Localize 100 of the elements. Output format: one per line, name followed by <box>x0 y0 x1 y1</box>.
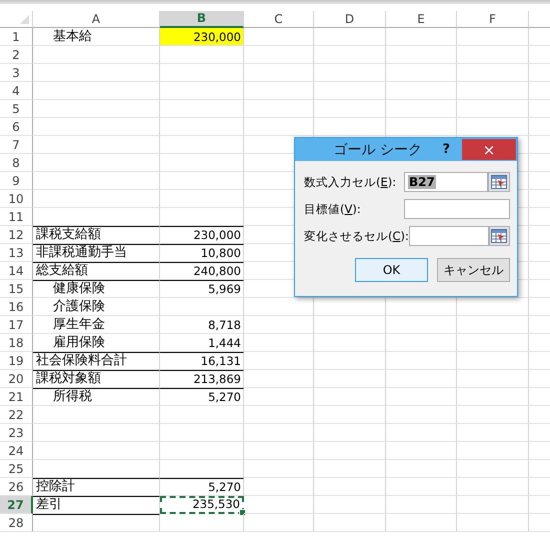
table-cell <box>244 478 314 496</box>
table-cell <box>386 424 457 442</box>
table-cell <box>386 514 457 532</box>
cell-text: 8,718 <box>208 317 242 333</box>
table-cell <box>386 406 457 424</box>
table-cell <box>457 316 529 334</box>
row-header[interactable]: 5 <box>0 100 33 118</box>
table-cell <box>244 118 314 136</box>
table-cell <box>314 406 386 424</box>
row-header[interactable]: 24 <box>0 442 33 460</box>
table-cell <box>386 388 457 406</box>
table-cell <box>314 460 386 478</box>
row-header[interactable]: 25 <box>0 460 33 478</box>
table-cell <box>314 298 386 316</box>
table-cell <box>457 298 529 316</box>
table-cell <box>386 46 457 64</box>
table-cell <box>314 424 386 442</box>
table-cell <box>457 406 529 424</box>
column-header[interactable]: B <box>160 11 244 28</box>
column-header[interactable]: E <box>386 11 457 28</box>
row-header[interactable]: 12 <box>0 226 33 244</box>
select-all-corner[interactable] <box>0 11 33 28</box>
cell-text: 240,800 <box>193 263 242 279</box>
cell-text: 雇用保険 <box>52 334 105 351</box>
row-header[interactable]: 7 <box>0 136 33 154</box>
table-cell <box>457 514 529 532</box>
column-header[interactable]: A <box>33 11 160 28</box>
row-header[interactable]: 8 <box>0 154 33 172</box>
input-field[interactable] <box>404 199 510 219</box>
table-cell <box>244 460 314 478</box>
cell-text: 230,000 <box>193 227 242 243</box>
row-header[interactable]: 22 <box>0 406 33 424</box>
column-header[interactable]: F <box>457 11 529 28</box>
column-header[interactable]: C <box>244 11 314 28</box>
row-header[interactable]: 1 <box>0 28 33 46</box>
cell-text: 所得税 <box>52 388 92 405</box>
field-label: 数式入力セル(E): <box>304 174 398 190</box>
cell-text: 5,270 <box>208 479 242 495</box>
row-header[interactable]: 20 <box>0 370 33 388</box>
table-cell <box>386 82 457 100</box>
row-header[interactable]: 17 <box>0 316 33 334</box>
row-header[interactable]: 4 <box>0 82 33 100</box>
fill-handle[interactable] <box>239 509 246 516</box>
row-header[interactable]: 16 <box>0 298 33 316</box>
input-field[interactable] <box>408 226 489 246</box>
table-cell <box>386 28 457 46</box>
table-cell <box>457 442 529 460</box>
table-cell <box>386 316 457 334</box>
table-cell <box>457 388 529 406</box>
row-header[interactable]: 2 <box>0 46 33 64</box>
row-header[interactable]: 18 <box>0 334 33 352</box>
cell-text: 235,530 <box>192 496 241 512</box>
cell-text: 213,869 <box>193 371 242 387</box>
range-picker-button[interactable] <box>488 226 510 246</box>
table-cell <box>457 496 529 514</box>
table-cell <box>244 100 314 118</box>
column-header[interactable]: D <box>314 11 386 28</box>
cell-text: 1,444 <box>208 335 242 351</box>
table-cell <box>386 352 457 370</box>
cell-text: 5,969 <box>208 281 242 297</box>
table-cell <box>314 100 386 118</box>
row-header[interactable]: 14 <box>0 262 33 280</box>
row-header[interactable]: 3 <box>0 64 33 82</box>
row-header[interactable]: 15 <box>0 280 33 298</box>
table-cell <box>314 478 386 496</box>
table-cell <box>244 82 314 100</box>
table-cell <box>457 100 529 118</box>
dialog-button[interactable]: キャンセル <box>437 258 510 282</box>
row-header[interactable]: 27 <box>0 496 33 514</box>
table-cell <box>314 46 386 64</box>
row-header[interactable]: 23 <box>0 424 33 442</box>
dialog-button[interactable]: OK <box>355 258 428 282</box>
help-button[interactable]: ? <box>430 142 462 157</box>
table-cell <box>386 64 457 82</box>
row-header[interactable]: 10 <box>0 190 33 208</box>
table-cell <box>244 352 314 370</box>
table-cell <box>457 460 529 478</box>
row-header[interactable]: 11 <box>0 208 33 226</box>
table-cell <box>314 316 386 334</box>
table-cell <box>244 406 314 424</box>
cell-text: 16,131 <box>200 353 242 369</box>
table-cell <box>244 46 314 64</box>
table-cell <box>244 442 314 460</box>
row-header[interactable]: 9 <box>0 172 33 190</box>
table-cell <box>314 388 386 406</box>
cell-text: 10,800 <box>200 245 242 261</box>
range-picker-button[interactable] <box>488 172 510 192</box>
cell-text: 230,000 <box>193 29 242 45</box>
table-cell <box>457 334 529 352</box>
cell-text: 基本給 <box>52 28 92 45</box>
row-header[interactable]: 21 <box>0 388 33 406</box>
dialog-title: ゴール シーク <box>332 140 423 158</box>
row-header[interactable]: 19 <box>0 352 33 370</box>
row-header[interactable]: 13 <box>0 244 33 262</box>
input-field[interactable]: B27 <box>404 172 488 192</box>
table-cell <box>386 442 457 460</box>
close-button[interactable]: × <box>462 139 516 160</box>
row-header[interactable]: 28 <box>0 514 33 532</box>
table-cell <box>386 334 457 352</box>
row-header[interactable]: 6 <box>0 118 33 136</box>
